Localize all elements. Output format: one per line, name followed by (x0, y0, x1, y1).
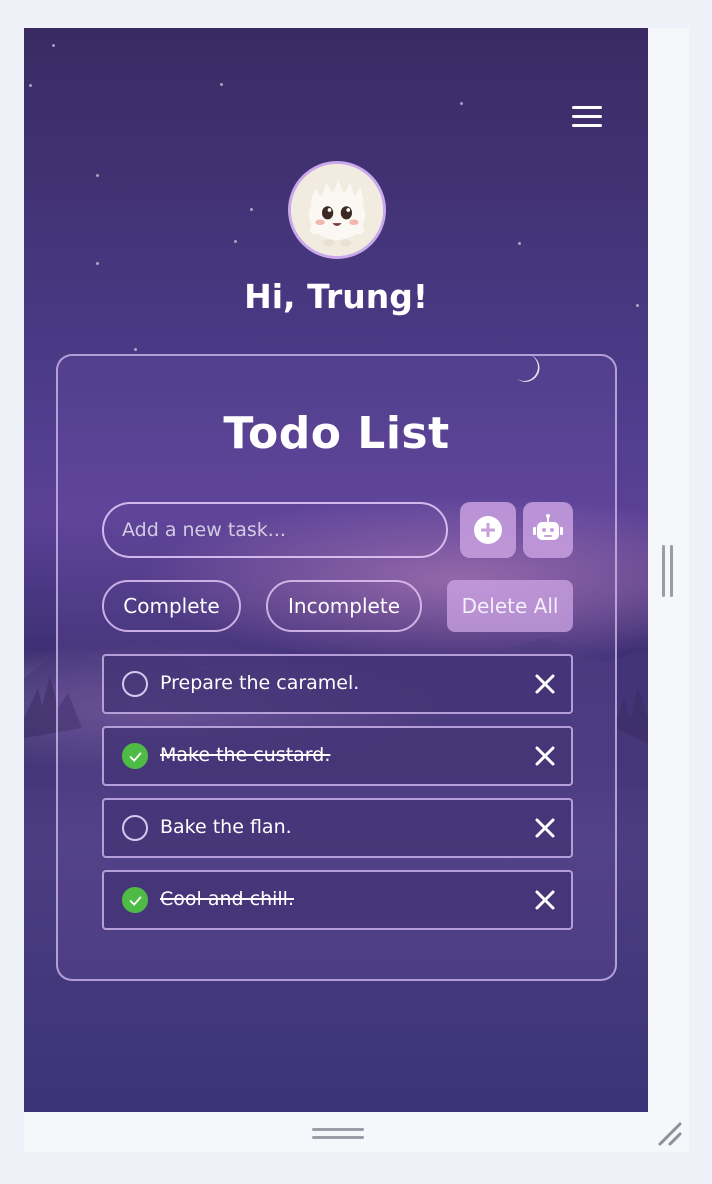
close-icon[interactable] (534, 673, 556, 695)
todo-card: Todo List Complete Incomplete De (56, 354, 617, 981)
checkmark-icon (129, 896, 142, 906)
todo-item: Prepare the caramel. (102, 654, 573, 714)
todo-checkbox-checked[interactable] (122, 887, 148, 913)
delete-all-button[interactable]: Delete All (447, 580, 573, 632)
todo-text: Bake the flan. (160, 816, 292, 838)
star (220, 83, 223, 86)
star (460, 102, 463, 105)
filter-complete-button[interactable]: Complete (102, 580, 241, 632)
todo-text: Make the custard. (160, 744, 331, 766)
todo-text: Cool and chill. (160, 888, 294, 910)
todo-item: Cool and chill. (102, 870, 573, 930)
greeting-title: Hi, Trung! (244, 277, 428, 316)
star (96, 262, 99, 265)
todo-checkbox[interactable] (122, 671, 148, 697)
todo-checkbox[interactable] (122, 815, 148, 841)
todo-item: Make the custard. (102, 726, 573, 786)
todo-list-title: Todo List (223, 408, 450, 459)
avatar-creature-image (291, 164, 383, 256)
star (96, 174, 99, 177)
filter-incomplete-button[interactable]: Incomplete (266, 580, 422, 632)
todo-checkbox-checked[interactable] (122, 743, 148, 769)
star (518, 242, 521, 245)
todo-text: Prepare the caramel. (160, 672, 360, 694)
side-resize-handle[interactable] (662, 545, 676, 597)
new-task-input[interactable] (102, 502, 448, 558)
avatar (288, 161, 386, 259)
close-icon[interactable] (534, 889, 556, 911)
robot-icon (533, 514, 563, 540)
plus-circle-icon (474, 516, 502, 544)
star (234, 240, 237, 243)
hamburger-menu-icon[interactable] (572, 106, 602, 130)
ai-assistant-button[interactable] (523, 502, 573, 558)
add-task-button[interactable] (460, 502, 516, 558)
todo-item: Bake the flan. (102, 798, 573, 858)
close-icon[interactable] (534, 745, 556, 767)
checkmark-icon (129, 752, 142, 762)
star (29, 84, 32, 87)
star (250, 208, 253, 211)
resize-corner-icon[interactable] (656, 1120, 684, 1148)
app-screen: Hi, Trung! Todo List Complete (24, 28, 648, 1112)
close-icon[interactable] (534, 817, 556, 839)
star (134, 348, 137, 351)
star (52, 44, 55, 47)
bottom-resize-handle[interactable] (312, 1128, 364, 1140)
